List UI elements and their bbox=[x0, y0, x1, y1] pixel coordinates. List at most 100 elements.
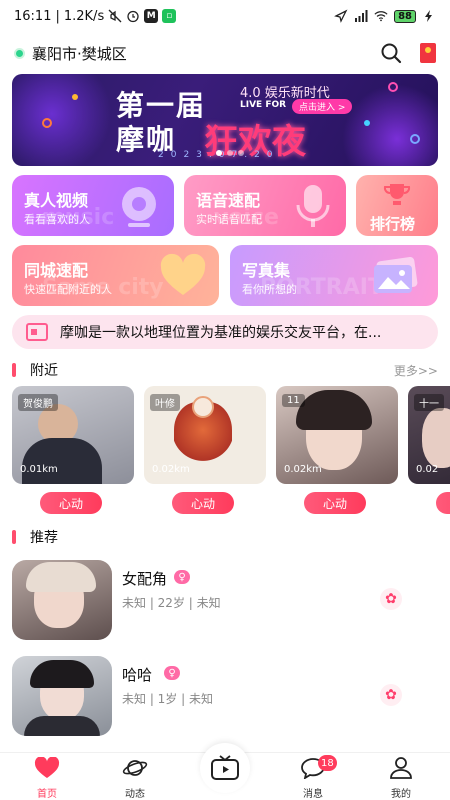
status-speed: 1.2K/s bbox=[63, 8, 105, 24]
section-marker bbox=[12, 363, 16, 377]
card-live-video[interactable]: music 真人视频 看看喜欢的人 bbox=[12, 175, 174, 236]
photo-album-icon bbox=[374, 257, 418, 293]
nearby-distance: 0.02 bbox=[416, 464, 439, 475]
battery-indicator: 88 bbox=[394, 9, 416, 23]
tab-home[interactable]: 首页 bbox=[12, 756, 82, 800]
banner-dot[interactable] bbox=[227, 150, 233, 156]
card-title: 语音速配 bbox=[196, 191, 261, 210]
planet-icon bbox=[122, 760, 148, 776]
banner-dot[interactable] bbox=[238, 150, 244, 156]
card-subtitle: 实时语音匹配 bbox=[196, 213, 262, 226]
section-header-recommend: 推荐 bbox=[12, 527, 438, 547]
recommend-item[interactable]: 女配角 ♀ 未知 | 22岁 | 未知 ✿ bbox=[12, 560, 438, 640]
nearby-photo[interactable]: 叶修 0.02km bbox=[144, 386, 266, 484]
nearby-card[interactable]: 11 0.02km 心动 bbox=[276, 386, 398, 514]
red-packet-icon[interactable] bbox=[420, 43, 436, 63]
user-name: 哈哈 bbox=[122, 666, 153, 684]
card-photo-album[interactable]: PORTRAIT 写真集 看你所想的 bbox=[230, 245, 438, 306]
card-leaderboard[interactable]: 排行榜 bbox=[356, 175, 438, 236]
nearby-card[interactable]: 叶修 0.02km 心动 bbox=[144, 386, 266, 514]
app-chat-icon: ▫ bbox=[162, 9, 177, 23]
flower-icon[interactable]: ✿ bbox=[380, 588, 402, 610]
tab-messages[interactable]: 18 消息 bbox=[278, 755, 348, 800]
tab-label: 消息 bbox=[303, 789, 323, 800]
location-bar: 襄阳市·樊城区 bbox=[0, 38, 450, 68]
tab-label: 动态 bbox=[125, 789, 145, 800]
search-icon[interactable] bbox=[380, 42, 402, 64]
nearby-distance: 0.01km bbox=[20, 464, 58, 475]
banner-pagination bbox=[216, 150, 244, 156]
nearby-name: 十一 bbox=[414, 394, 444, 411]
nearby-photo[interactable]: 贺俊鹏 0.01km bbox=[12, 386, 134, 484]
user-name: 女配角 bbox=[122, 570, 168, 588]
gender-female-icon: ♀ bbox=[164, 666, 180, 680]
location-text[interactable]: 襄阳市·樊城区 bbox=[32, 43, 127, 64]
nearby-distance: 0.02km bbox=[284, 464, 322, 475]
location-dot-icon bbox=[14, 47, 25, 59]
heartbeat-button[interactable]: 心动 bbox=[304, 492, 366, 514]
event-banner[interactable]: 第一届 摩咖 狂欢夜 4.0 娱乐新时代 LIVE FOR 点击进入 > 202… bbox=[12, 74, 438, 166]
heartbeat-button[interactable]: 心动 bbox=[40, 492, 102, 514]
card-subtitle: 看看喜欢的人 bbox=[24, 213, 90, 226]
decor-ring-icon bbox=[410, 134, 420, 144]
tab-label: 我的 bbox=[391, 789, 411, 800]
decor-ring-icon bbox=[42, 118, 52, 128]
avatar[interactable] bbox=[12, 656, 112, 736]
app-m-icon: M bbox=[144, 9, 159, 23]
nearby-name: 叶修 bbox=[150, 394, 180, 411]
nearby-name: 11 bbox=[282, 394, 305, 407]
tab-profile[interactable]: 我的 bbox=[366, 757, 436, 800]
status-bar: 16:11 | 1.2K/s M ▫ 88 bbox=[0, 0, 450, 32]
card-voice-match[interactable]: voice 语音速配 实时语音匹配 bbox=[184, 175, 346, 236]
nearby-distance: 0.02km bbox=[152, 464, 190, 475]
status-time: 16:11 bbox=[14, 8, 52, 24]
gender-female-icon: ♀ bbox=[174, 570, 190, 584]
signal-icon bbox=[355, 10, 368, 22]
tv-icon bbox=[211, 755, 239, 780]
flower-icon[interactable]: ✿ bbox=[380, 684, 402, 706]
nearby-carousel[interactable]: 贺俊鹏 0.01km 心动 叶修 0.02km 心动 11 0.02km 心动 … bbox=[12, 386, 450, 516]
card-title: 同城速配 bbox=[24, 261, 89, 280]
location-arrow-icon bbox=[334, 9, 348, 23]
section-header-nearby: 附近 更多>> bbox=[12, 360, 438, 380]
unread-badge: 18 bbox=[318, 755, 337, 771]
nearby-photo[interactable]: 11 0.02km bbox=[276, 386, 398, 484]
wifi-icon bbox=[374, 11, 388, 22]
user-info: 未知 | 22岁 | 未知 bbox=[122, 596, 221, 610]
nearby-name: 贺俊鹏 bbox=[18, 394, 58, 411]
decor-dot bbox=[72, 94, 78, 100]
center-tab-button[interactable] bbox=[200, 743, 250, 793]
notice-bar[interactable]: 摩咖是一款以地理位置为基准的娱乐交友平台，在... bbox=[12, 315, 438, 349]
section-title: 推荐 bbox=[30, 530, 58, 546]
tab-feed[interactable]: 动态 bbox=[100, 757, 170, 800]
heartbeat-button[interactable]: 心动 bbox=[436, 492, 450, 514]
decor-dot bbox=[364, 120, 370, 126]
tab-label: 首页 bbox=[37, 789, 57, 800]
user-icon bbox=[390, 757, 412, 779]
heart-icon bbox=[34, 756, 60, 778]
nearby-photo[interactable]: 十一 0.02 bbox=[408, 386, 450, 484]
nearby-card[interactable]: 贺俊鹏 0.01km 心动 bbox=[12, 386, 134, 514]
banner-enter-button[interactable]: 点击进入 > bbox=[292, 99, 353, 114]
card-title: 排行榜 bbox=[370, 215, 416, 233]
banner-dot[interactable] bbox=[216, 150, 222, 156]
card-title: 写真集 bbox=[242, 261, 291, 280]
nearby-card[interactable]: 十一 0.02 心动 bbox=[408, 386, 450, 514]
card-subtitle: 快速匹配附近的人 bbox=[24, 283, 112, 296]
heartbeat-button[interactable]: 心动 bbox=[172, 492, 234, 514]
recommend-item[interactable]: 哈哈 ♀ 未知 | 1岁 | 未知 ✿ bbox=[12, 656, 438, 736]
section-marker bbox=[12, 530, 16, 544]
card-title: 真人视频 bbox=[24, 191, 89, 210]
avatar[interactable] bbox=[12, 560, 112, 640]
more-link[interactable]: 更多>> bbox=[394, 362, 438, 379]
announcement-icon bbox=[26, 323, 48, 341]
tab-photos[interactable]: 写真 bbox=[190, 743, 260, 800]
banner-live-for: LIVE FOR bbox=[240, 100, 287, 110]
section-title: 附近 bbox=[30, 363, 58, 379]
bottom-tab-bar: 首页 动态 写真 18 消息 我的 bbox=[0, 743, 450, 800]
charging-icon bbox=[425, 10, 432, 22]
user-info: 未知 | 1岁 | 未知 bbox=[122, 692, 213, 706]
card-city-match[interactable]: Same city 同城速配 快速匹配附近的人 bbox=[12, 245, 219, 306]
decor-ring-icon bbox=[388, 82, 398, 92]
notice-text: 摩咖是一款以地理位置为基准的娱乐交友平台，在... bbox=[60, 325, 382, 341]
